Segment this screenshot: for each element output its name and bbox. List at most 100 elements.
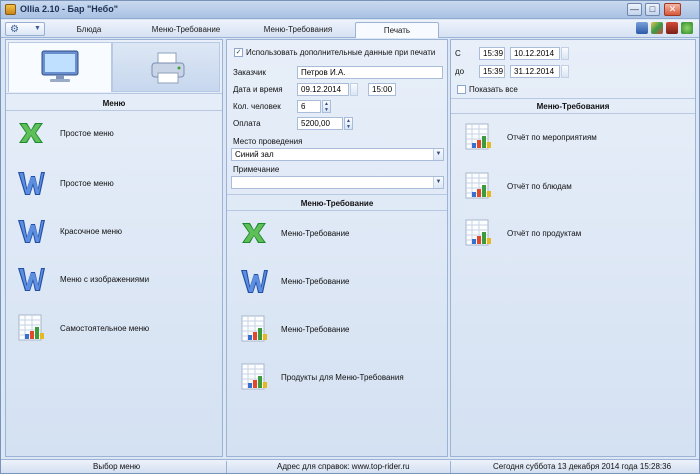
status-separator bbox=[226, 461, 227, 473]
customer-input[interactable]: Петров И.А. bbox=[297, 66, 443, 79]
report-icon bbox=[463, 218, 493, 248]
payment-label: Оплата bbox=[233, 119, 261, 128]
events-report-item[interactable]: Отчёт по мероприятиям bbox=[463, 122, 683, 154]
title-bar: Ollia 2.10 - Бар "Небо" — □ ✕ bbox=[1, 1, 699, 19]
report-icon bbox=[16, 313, 46, 343]
custom-menu-item[interactable]: Самостоятельное меню bbox=[16, 313, 216, 345]
section-divider bbox=[451, 113, 695, 114]
menu-requirements-panel: С 15:39 10.12.2014 до 15:39 31.12.2014 П… bbox=[450, 39, 696, 457]
item-label: Меню-Требование bbox=[281, 229, 350, 238]
item-label: Отчёт по блюдам bbox=[507, 182, 572, 191]
section-divider bbox=[6, 110, 222, 111]
tab-menu-requirements[interactable]: Меню-Требования bbox=[243, 22, 353, 38]
place-select[interactable]: Синий зал ▼ bbox=[231, 148, 444, 161]
customer-label: Заказчик bbox=[233, 68, 266, 77]
date-input[interactable]: 09.12.2014 bbox=[297, 83, 349, 96]
simple-menu-excel-item[interactable]: Простое меню bbox=[16, 118, 206, 150]
from-date-input[interactable]: 10.12.2014 bbox=[510, 47, 560, 60]
people-count-input[interactable]: 6 bbox=[297, 100, 321, 113]
word-icon bbox=[16, 216, 46, 246]
menu-requirements-heading: Меню-Требования bbox=[536, 102, 610, 111]
tab-menu-requirement[interactable]: Меню-Требование bbox=[131, 22, 241, 38]
note-label: Примечание bbox=[233, 165, 280, 174]
tab-bar: ⚙ ▼ Блюда Меню-Требование Меню-Требовани… bbox=[1, 20, 699, 38]
menu-requirement-report-item[interactable]: Меню-Требование bbox=[239, 314, 439, 346]
item-label: Простое меню bbox=[60, 179, 114, 188]
item-label: Самостоятельное меню bbox=[60, 324, 150, 333]
item-label: Отчёт по продуктам bbox=[507, 229, 582, 238]
menu-requirement-excel-item[interactable]: Меню-Требование bbox=[239, 218, 439, 250]
status-datetime: Сегодня суббота 13 декабря 2014 года 15:… bbox=[493, 462, 672, 471]
dishes-report-item[interactable]: Отчёт по блюдам bbox=[463, 171, 683, 203]
application-window: Ollia 2.10 - Бар "Небо" — □ ✕ ⚙ ▼ Блюда … bbox=[0, 0, 700, 474]
to-label: до bbox=[455, 67, 465, 76]
menu-requirement-word-item[interactable]: Меню-Требование bbox=[239, 266, 439, 298]
payment-input[interactable]: 5200,00 bbox=[297, 117, 343, 130]
palette-icon[interactable] bbox=[651, 22, 663, 34]
save-icon[interactable] bbox=[636, 22, 648, 34]
menu-requirement-heading: Меню-Требование bbox=[300, 199, 374, 208]
chevron-down-icon: ▼ bbox=[34, 25, 41, 32]
status-bar: Выбор меню Адрес для справок: www.top-ri… bbox=[1, 459, 699, 473]
from-calendar-button[interactable] bbox=[561, 47, 569, 60]
section-divider bbox=[227, 210, 447, 211]
item-label: Меню с изображениями bbox=[60, 275, 150, 284]
word-icon bbox=[16, 168, 46, 198]
maximize-button[interactable]: □ bbox=[645, 3, 660, 16]
status-help-address: Адрес для справок: www.top-rider.ru bbox=[277, 462, 410, 471]
time-input[interactable]: 15:00 bbox=[368, 83, 396, 96]
place-label: Место проведения bbox=[233, 137, 303, 146]
calendar-button[interactable] bbox=[350, 83, 358, 96]
people-count-stepper[interactable]: ▲ ▼ bbox=[322, 100, 331, 113]
status-left: Выбор меню bbox=[93, 462, 141, 471]
item-label: Продукты для Меню-Требования bbox=[281, 373, 404, 382]
section-divider bbox=[6, 93, 222, 94]
menu-panel: Меню Простое меню Простое меню Красочное… bbox=[5, 39, 223, 457]
products-for-requirement-item[interactable]: Продукты для Меню-Требования bbox=[239, 362, 444, 394]
item-label: Красочное меню bbox=[60, 227, 122, 236]
report-icon bbox=[239, 314, 269, 344]
section-divider bbox=[451, 98, 695, 99]
item-label: Меню-Требование bbox=[281, 325, 350, 334]
tools-menu-button[interactable]: ⚙ ▼ bbox=[5, 22, 45, 36]
from-label: С bbox=[455, 49, 461, 58]
help-icon[interactable] bbox=[681, 22, 693, 34]
tab-dishes[interactable]: Блюда bbox=[49, 22, 129, 38]
to-calendar-button[interactable] bbox=[561, 65, 569, 78]
tab-print[interactable]: Печать bbox=[355, 22, 439, 38]
item-label: Отчёт по мероприятиям bbox=[507, 133, 597, 142]
monitor-icon bbox=[41, 50, 79, 82]
colorful-menu-item[interactable]: Красочное меню bbox=[16, 216, 206, 248]
chevron-down-icon[interactable]: ▼ bbox=[433, 149, 443, 160]
excel-icon bbox=[239, 218, 269, 248]
menu-with-images-item[interactable]: Меню с изображениями bbox=[16, 264, 216, 296]
place-select-value: Синий зал bbox=[235, 150, 274, 159]
section-divider bbox=[227, 194, 447, 195]
book-icon[interactable] bbox=[666, 22, 678, 34]
chevron-down-icon[interactable]: ▼ bbox=[433, 177, 443, 188]
item-label: Меню-Требование bbox=[281, 277, 350, 286]
use-extra-data-checkbox[interactable]: ✓ bbox=[234, 48, 243, 57]
toolbar-right-icons bbox=[633, 22, 693, 36]
window-title: Ollia 2.10 - Бар "Небо" bbox=[20, 4, 118, 14]
status-separator bbox=[450, 461, 451, 473]
screen-mode-tab[interactable] bbox=[8, 42, 112, 92]
note-select[interactable]: ▼ bbox=[231, 176, 444, 189]
to-date-input[interactable]: 31.12.2014 bbox=[510, 65, 560, 78]
print-mode-tab[interactable] bbox=[112, 42, 220, 92]
products-report-item[interactable]: Отчёт по продуктам bbox=[463, 218, 683, 250]
excel-icon bbox=[16, 118, 46, 148]
close-button[interactable]: ✕ bbox=[664, 3, 681, 16]
datetime-label: Дата и время bbox=[233, 85, 283, 94]
payment-stepper[interactable]: ▲ ▼ bbox=[344, 117, 353, 130]
from-time-input[interactable]: 15:39 bbox=[479, 47, 505, 60]
word-icon bbox=[16, 264, 46, 294]
report-icon bbox=[463, 122, 493, 152]
minimize-button[interactable]: — bbox=[627, 3, 642, 16]
to-time-input[interactable]: 15:39 bbox=[479, 65, 505, 78]
word-icon bbox=[239, 266, 269, 296]
simple-menu-word-item[interactable]: Простое меню bbox=[16, 168, 206, 200]
tools-icon: ⚙ bbox=[10, 24, 19, 35]
report-icon bbox=[239, 362, 269, 392]
show-all-checkbox[interactable] bbox=[457, 85, 466, 94]
